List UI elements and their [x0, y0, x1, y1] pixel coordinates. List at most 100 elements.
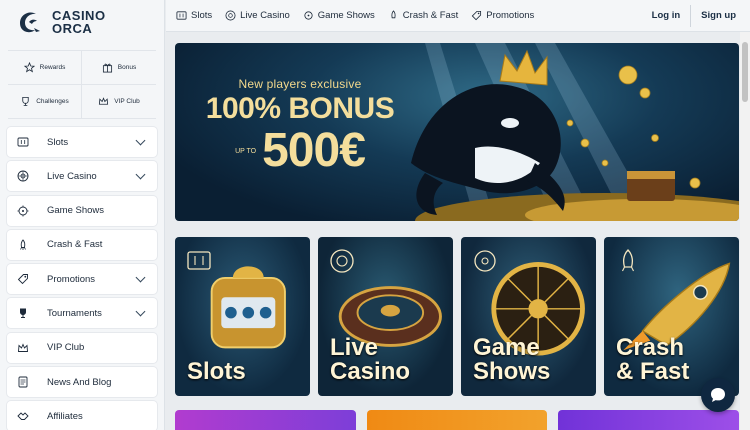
tile-title-line: & Fast	[616, 358, 690, 385]
gift-icon	[102, 63, 112, 73]
sidebar-item-label: VIP Club	[47, 342, 85, 354]
sidebar-item-affiliates[interactable]: Affiliates	[7, 401, 157, 430]
promo-icon	[17, 274, 28, 285]
quick-link-label: Bonus	[117, 64, 137, 71]
sidebar-item-label: Crash & Fast	[47, 239, 103, 251]
sidebar-item-live-casino[interactable]: Live Casino	[7, 161, 157, 192]
slot-machine-icon	[17, 137, 29, 147]
topnav-item-live-casino[interactable]: Live Casino	[225, 10, 290, 21]
promo-card[interactable]	[366, 410, 548, 430]
scrollbar-thumb[interactable]	[742, 42, 748, 102]
trophy-icon	[22, 96, 29, 107]
topnav-item-crash-fast[interactable]: Crash & Fast	[388, 10, 458, 21]
hero-subtitle: New players exclusive	[238, 77, 362, 91]
chevron-down-icon[interactable]	[135, 272, 146, 283]
page-scrollbar[interactable]	[740, 32, 750, 430]
hero-banner[interactable]: New players exclusive 100% BONUS UP TO 5…	[175, 43, 739, 221]
sidebar-item-slots[interactable]: Slots	[7, 127, 157, 157]
topnav-label: Game Shows	[317, 10, 375, 21]
login-button[interactable]: Log in	[652, 10, 681, 21]
tile-title-line: Casino	[330, 358, 411, 385]
sidebar-item-label: Promotions	[47, 273, 96, 285]
roulette-icon	[225, 10, 236, 21]
brand-line-2: ORCA	[52, 21, 93, 36]
auth-divider	[690, 4, 692, 27]
sidebar-item-label: News And Blog	[47, 376, 112, 388]
sidebar-item-game-shows[interactable]: Game Shows	[7, 195, 157, 226]
tile-crash-fast[interactable]: Crash & Fast	[604, 237, 739, 396]
brand-logo[interactable]: CASINO ORCA	[0, 0, 164, 44]
sidebar-item-label: Affiliates	[47, 410, 83, 422]
tile-game-shows[interactable]: Game Shows	[461, 237, 596, 396]
sidebar-item-promotions[interactable]: Promotions	[7, 264, 157, 295]
star-icon	[23, 62, 35, 73]
promo-card[interactable]	[175, 410, 356, 430]
sidebar-item-label: Live Casino	[47, 170, 97, 182]
hero-headline: 100% BONUS	[205, 92, 395, 125]
wheel-icon	[17, 205, 29, 217]
tile-title: Slots	[187, 360, 246, 384]
sidebar-menu: Slots Live Casino Game Shows Crash & Fas…	[7, 127, 157, 430]
hero-amount-row: UP TO 500€	[205, 125, 395, 177]
top-bar: Slots Live Casino Game Shows Crash & Fas…	[166, 0, 750, 32]
sidebar-item-tournaments[interactable]: Tournaments	[7, 298, 157, 329]
tile-title-line: Game	[473, 334, 540, 361]
handshake-icon	[17, 412, 29, 421]
sidebar: CASINO ORCA Rewards Bonus Challenges VIP…	[0, 0, 165, 430]
chevron-down-icon[interactable]	[135, 169, 146, 180]
hero-amount: 500€	[262, 124, 366, 177]
topnav-label: Live Casino	[240, 10, 290, 21]
hero-upto: UP TO	[235, 147, 257, 155]
auth-links: Log in Sign up	[652, 0, 750, 32]
tile-title: Crash & Fast	[616, 336, 689, 384]
wheel-icon	[304, 11, 313, 20]
quick-links: Rewards Bonus Challenges VIP Club	[8, 50, 156, 119]
tile-title-line: Crash	[616, 334, 685, 361]
sidebar-item-crash-fast[interactable]: Crash & Fast	[7, 229, 157, 260]
sidebar-item-news-and-blog[interactable]: News And Blog	[7, 367, 157, 398]
live-chat-button[interactable]	[701, 378, 735, 412]
chevron-down-icon[interactable]	[135, 307, 146, 317]
trophy-icon	[20, 308, 26, 319]
tile-title: Live Casino	[330, 336, 410, 384]
tile-title-line: Live	[330, 334, 379, 361]
topnav-label: Crash & Fast	[402, 10, 459, 21]
hero-text: New players exclusive 100% BONUS UP TO 5…	[205, 77, 395, 177]
orca-logo-icon	[20, 12, 40, 33]
topnav-item-game-shows[interactable]: Game Shows	[303, 10, 375, 21]
quick-link-vip-club[interactable]: VIP Club	[82, 85, 156, 119]
tile-title-line: Slots	[187, 358, 246, 385]
rocket-icon	[391, 10, 396, 19]
quick-link-bonus[interactable]: Bonus	[82, 51, 156, 85]
chevron-down-icon[interactable]	[135, 135, 146, 146]
quick-link-challenges[interactable]: Challenges	[8, 85, 82, 119]
crown-icon	[99, 97, 109, 105]
rocket-icon	[20, 239, 26, 250]
promo-card[interactable]	[558, 410, 740, 430]
document-icon	[18, 376, 28, 388]
topnav-label: Slots	[191, 10, 213, 21]
brand-name: CASINO ORCA	[52, 9, 106, 35]
crown-icon	[18, 343, 28, 352]
quick-link-label: Challenges	[36, 98, 69, 105]
topnav-label: Promotions	[486, 10, 535, 21]
quick-link-rewards[interactable]: Rewards	[8, 51, 82, 85]
topnav-item-promotions[interactable]: Promotions	[471, 10, 534, 21]
topnav-item-slots[interactable]: Slots	[176, 10, 212, 21]
tile-slots[interactable]: Slots	[175, 237, 310, 396]
category-tiles: Slots Live Casino Game Shows Crash & Fas…	[175, 237, 739, 396]
chat-bubble-icon	[711, 388, 725, 402]
top-nav: Slots Live Casino Game Shows Crash & Fas…	[166, 10, 652, 21]
promo-cards	[175, 410, 740, 430]
roulette-icon	[17, 170, 29, 182]
sidebar-item-label: Slots	[47, 136, 69, 148]
tile-title: Game Shows	[473, 336, 550, 384]
quick-link-label: Rewards	[39, 64, 66, 71]
signup-button[interactable]: Sign up	[701, 10, 736, 21]
tile-live-casino[interactable]: Live Casino	[318, 237, 453, 396]
quick-link-label: VIP Club	[114, 98, 140, 105]
tile-title-line: Shows	[473, 358, 551, 385]
sidebar-item-label: Game Shows	[47, 205, 105, 217]
slot-machine-icon	[176, 11, 187, 20]
sidebar-item-vip-club[interactable]: VIP Club	[7, 332, 157, 363]
